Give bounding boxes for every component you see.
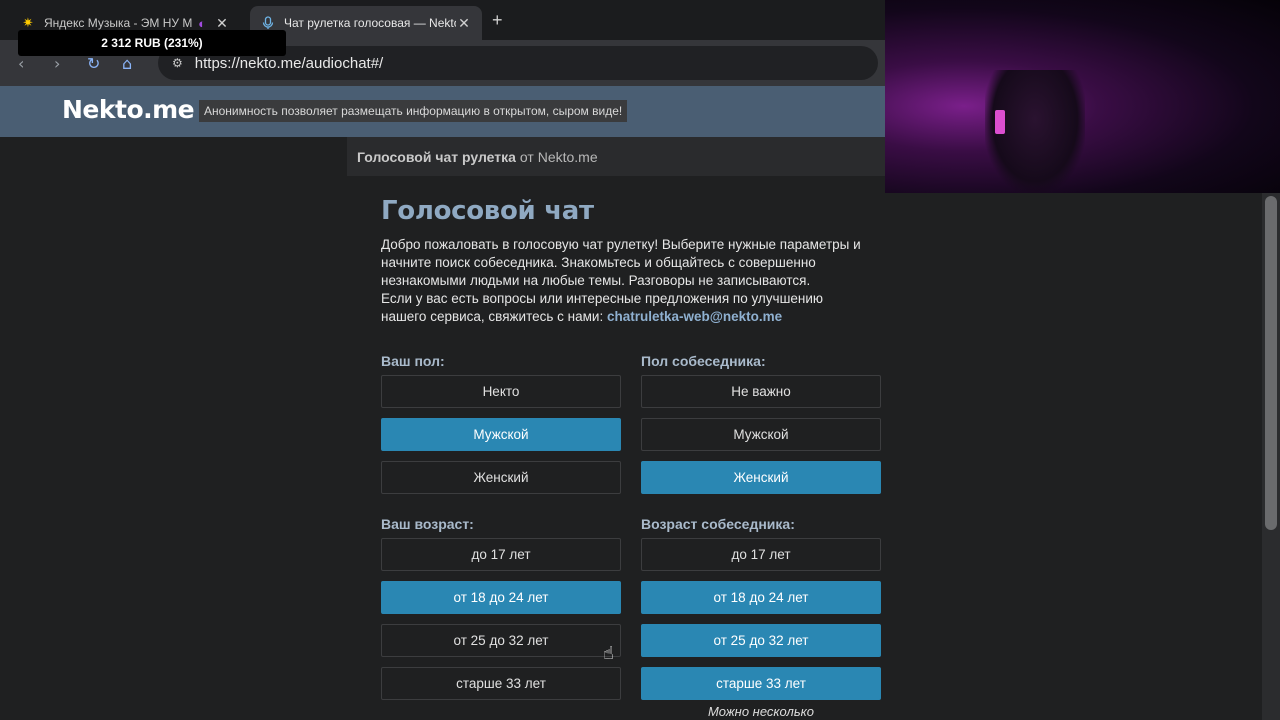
webcam-overlay [885, 0, 1280, 193]
breadcrumb: Голосовой чат рулетка от Nekto.me [347, 137, 885, 176]
my-sex-label: Ваш пол: [381, 353, 445, 369]
my-sex-option-male[interactable]: Мужской [381, 418, 621, 451]
microphone-icon [260, 15, 276, 31]
breadcrumb-title: Голосовой чат рулетка [357, 148, 516, 165]
tab-title: Яндекс Музыка - ЭМ НУ Мира [44, 16, 192, 30]
my-sex-option-female[interactable]: Женский [381, 461, 621, 494]
peer-age-group: Возраст собеседника: до 17 лет от 18 до … [641, 516, 881, 719]
home-icon[interactable]: ⌂ [122, 54, 132, 73]
multi-select-note: Можно несколько [707, 704, 815, 719]
peer-age-option-25-32[interactable]: от 25 до 32 лет [641, 624, 881, 657]
peer-age-option-under-17[interactable]: до 17 лет [641, 538, 881, 571]
intro-paragraph-1: Добро пожаловать в голосовую чат рулетку… [381, 237, 861, 288]
peer-age-option-over-33[interactable]: старше 33 лет [641, 667, 881, 700]
yandex-music-icon: ✷ [22, 15, 34, 30]
tab-title: Чат рулетка голосовая — Nekto.me [284, 16, 456, 30]
my-sex-option-nekto[interactable]: Некто [381, 375, 621, 408]
donation-overlay: 2 312 RUB (231%) [18, 30, 286, 56]
back-arrow-icon[interactable]: ‹ [18, 54, 24, 73]
peer-sex-option-any[interactable]: Не важно [641, 375, 881, 408]
page-title: Голосовой чат [381, 196, 594, 226]
my-age-option-over-33[interactable]: старше 33 лет [381, 667, 621, 700]
peer-sex-option-female[interactable]: Женский [641, 461, 881, 494]
my-age-option-under-17[interactable]: до 17 лет [381, 538, 621, 571]
main-content: Голосовой чат Добро пожаловать в голосов… [381, 196, 881, 326]
audio-playing-icon[interactable]: ◐ [194, 15, 210, 31]
hand-pointer-icon: ☝ [603, 643, 614, 664]
forward-arrow-icon[interactable]: › [54, 54, 60, 73]
my-age-option-18-24[interactable]: от 18 до 24 лет [381, 581, 621, 614]
site-logo[interactable]: Nekto.me [62, 95, 195, 124]
close-tab-icon[interactable]: ✕ [214, 15, 230, 32]
contact-email-link[interactable]: chatruletka-web@nekto.me [607, 309, 782, 324]
intro-text: Добро пожаловать в голосовую чат рулетку… [381, 236, 871, 326]
peer-age-option-18-24[interactable]: от 18 до 24 лет [641, 581, 881, 614]
my-sex-group: Ваш пол: Некто Мужской Женский [381, 353, 621, 504]
peer-age-label: Возраст собеседника: [641, 516, 795, 532]
reload-icon[interactable]: ↻ [87, 54, 100, 73]
site-header: Nekto.me Анонимность позволяет размещать… [0, 86, 885, 137]
my-age-option-25-32[interactable]: от 25 до 32 лет [381, 624, 621, 657]
peer-sex-group: Пол собеседника: Не важно Мужской Женски… [641, 353, 881, 504]
url-text[interactable]: https://nekto.me/audiochat#/ [195, 55, 383, 72]
breadcrumb-source: от Nekto.me [519, 148, 598, 165]
close-tab-icon[interactable]: ✕ [456, 15, 472, 32]
site-slogan: Анонимность позволяет размещать информац… [199, 100, 628, 122]
peer-sex-label: Пол собеседника: [641, 353, 766, 369]
peer-sex-option-male[interactable]: Мужской [641, 418, 881, 451]
new-tab-button[interactable]: + [492, 10, 503, 31]
page-scrollbar-thumb[interactable] [1265, 196, 1277, 530]
my-age-group: Ваш возраст: до 17 лет от 18 до 24 лет о… [381, 516, 621, 710]
site-settings-icon[interactable]: ⚙ [172, 56, 183, 70]
neon-light [995, 110, 1005, 134]
my-age-label: Ваш возраст: [381, 516, 474, 532]
